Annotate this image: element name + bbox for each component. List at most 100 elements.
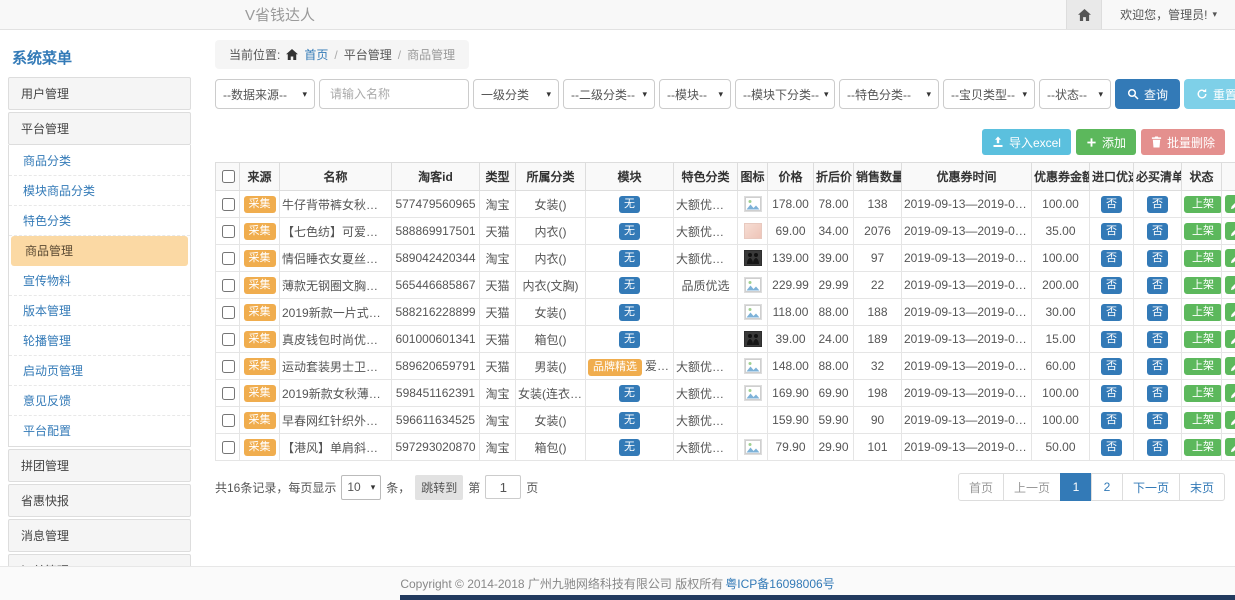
sidebar-section-header[interactable]: 省惠快报 bbox=[8, 484, 191, 517]
status-toggle[interactable]: 上架 bbox=[1184, 358, 1222, 375]
source-filter-select[interactable]: --数据来源--▾ bbox=[215, 79, 315, 109]
sidebar-section-header[interactable]: 消息管理 bbox=[8, 519, 191, 552]
home-button[interactable] bbox=[1066, 0, 1102, 29]
sidebar-section-header[interactable]: 用户管理 bbox=[8, 77, 191, 110]
icp-link[interactable]: 粤ICP备16098006号 bbox=[725, 575, 834, 592]
sidebar-item[interactable]: 特色分类 bbox=[9, 206, 190, 236]
must-buy-toggle[interactable]: 否 bbox=[1147, 412, 1168, 429]
status-select[interactable]: --状态--▾ bbox=[1039, 79, 1111, 109]
name-search-input[interactable] bbox=[319, 79, 469, 109]
status-toggle[interactable]: 上架 bbox=[1184, 385, 1222, 402]
edit-button[interactable] bbox=[1225, 384, 1235, 402]
edit-button[interactable] bbox=[1225, 222, 1235, 240]
breadcrumb-home-link[interactable]: 首页 bbox=[304, 46, 328, 63]
page-button[interactable]: 1 bbox=[1060, 473, 1092, 501]
sidebar-item[interactable]: 宣传物料 bbox=[9, 266, 190, 296]
status-toggle[interactable]: 上架 bbox=[1184, 277, 1222, 294]
feature-category-select[interactable]: --特色分类--▾ bbox=[839, 79, 939, 109]
imported-toggle[interactable]: 否 bbox=[1101, 358, 1122, 375]
edit-button[interactable] bbox=[1225, 195, 1235, 213]
edit-button[interactable] bbox=[1225, 411, 1235, 429]
module-badge[interactable]: 品牌精选 bbox=[588, 359, 642, 376]
page-button[interactable]: 末页 bbox=[1179, 473, 1225, 501]
sidebar-item[interactable]: 模块商品分类 bbox=[9, 176, 190, 206]
imported-toggle[interactable]: 否 bbox=[1101, 277, 1122, 294]
search-button[interactable]: 查询 bbox=[1115, 79, 1180, 109]
row-checkbox[interactable] bbox=[222, 279, 235, 292]
imported-toggle[interactable]: 否 bbox=[1101, 304, 1122, 321]
module-select[interactable]: --模块--▾ bbox=[659, 79, 731, 109]
page-button[interactable]: 下一页 bbox=[1122, 473, 1180, 501]
status-toggle[interactable]: 上架 bbox=[1184, 250, 1222, 267]
sidebar-item[interactable]: 轮播管理 bbox=[9, 326, 190, 356]
imported-toggle[interactable]: 否 bbox=[1101, 385, 1122, 402]
module-badge[interactable]: 无 bbox=[619, 304, 640, 321]
sidebar-section-header[interactable]: 拼团管理 bbox=[8, 449, 191, 482]
reset-button[interactable]: 重置 bbox=[1184, 79, 1235, 109]
module-badge[interactable]: 无 bbox=[619, 412, 640, 429]
sidebar-item[interactable]: 启动页管理 bbox=[9, 356, 190, 386]
imported-toggle[interactable]: 否 bbox=[1101, 196, 1122, 213]
edit-button[interactable] bbox=[1225, 249, 1235, 267]
status-toggle[interactable]: 上架 bbox=[1184, 223, 1222, 240]
must-buy-toggle[interactable]: 否 bbox=[1147, 250, 1168, 267]
module-badge[interactable]: 无 bbox=[619, 223, 640, 240]
import-excel-button[interactable]: 导入excel bbox=[982, 129, 1071, 155]
page-button[interactable]: 2 bbox=[1091, 473, 1123, 501]
imported-toggle[interactable]: 否 bbox=[1101, 331, 1122, 348]
edit-button[interactable] bbox=[1225, 438, 1235, 456]
must-buy-toggle[interactable]: 否 bbox=[1147, 358, 1168, 375]
imported-toggle[interactable]: 否 bbox=[1101, 412, 1122, 429]
module-sub-select[interactable]: --模块下分类--▾ bbox=[735, 79, 835, 109]
sidebar-item[interactable]: 版本管理 bbox=[9, 296, 190, 326]
edit-button[interactable] bbox=[1225, 276, 1235, 294]
edit-button[interactable] bbox=[1225, 303, 1235, 321]
row-checkbox[interactable] bbox=[222, 333, 235, 346]
status-toggle[interactable]: 上架 bbox=[1184, 304, 1222, 321]
status-toggle[interactable]: 上架 bbox=[1184, 439, 1222, 456]
sidebar-item[interactable]: 商品分类 bbox=[9, 146, 190, 176]
status-toggle[interactable]: 上架 bbox=[1184, 331, 1222, 348]
module-badge[interactable]: 无 bbox=[619, 331, 640, 348]
sidebar-section-header[interactable]: 平台管理 bbox=[8, 112, 191, 145]
user-menu[interactable]: 欢迎您，管理员! ▾ bbox=[1102, 6, 1235, 23]
jump-page-input[interactable] bbox=[485, 475, 521, 499]
row-checkbox[interactable] bbox=[222, 198, 235, 211]
imported-toggle[interactable]: 否 bbox=[1101, 223, 1122, 240]
must-buy-toggle[interactable]: 否 bbox=[1147, 439, 1168, 456]
row-checkbox[interactable] bbox=[222, 441, 235, 454]
imported-toggle[interactable]: 否 bbox=[1101, 250, 1122, 267]
jump-button[interactable]: 跳转到 bbox=[415, 475, 463, 500]
row-checkbox[interactable] bbox=[222, 225, 235, 238]
row-checkbox[interactable] bbox=[222, 306, 235, 319]
sidebar-item[interactable]: 意见反馈 bbox=[9, 386, 190, 416]
must-buy-toggle[interactable]: 否 bbox=[1147, 385, 1168, 402]
edit-button[interactable] bbox=[1225, 357, 1235, 375]
must-buy-toggle[interactable]: 否 bbox=[1147, 331, 1168, 348]
row-checkbox[interactable] bbox=[222, 360, 235, 373]
per-page-select[interactable]: 10▾ bbox=[341, 475, 381, 500]
category-level1-select[interactable]: 一级分类▾ bbox=[473, 79, 559, 109]
select-all-checkbox[interactable] bbox=[222, 170, 235, 183]
add-button[interactable]: 添加 bbox=[1076, 129, 1136, 155]
sidebar-section-header[interactable]: 订单管理 bbox=[8, 554, 191, 566]
module-badge[interactable]: 无 bbox=[619, 250, 640, 267]
sidebar-item[interactable]: 商品管理 bbox=[11, 236, 188, 266]
status-toggle[interactable]: 上架 bbox=[1184, 196, 1222, 213]
item-type-select[interactable]: --宝贝类型--▾ bbox=[943, 79, 1035, 109]
must-buy-toggle[interactable]: 否 bbox=[1147, 304, 1168, 321]
edit-button[interactable] bbox=[1225, 330, 1235, 348]
category-level2-select[interactable]: --二级分类--▾ bbox=[563, 79, 655, 109]
page-button[interactable]: 首页 bbox=[958, 473, 1004, 501]
must-buy-toggle[interactable]: 否 bbox=[1147, 277, 1168, 294]
batch-delete-button[interactable]: 批量删除 bbox=[1141, 129, 1225, 155]
must-buy-toggle[interactable]: 否 bbox=[1147, 223, 1168, 240]
imported-toggle[interactable]: 否 bbox=[1101, 439, 1122, 456]
status-toggle[interactable]: 上架 bbox=[1184, 412, 1222, 429]
module-badge[interactable]: 无 bbox=[619, 385, 640, 402]
sidebar-item[interactable]: 平台配置 bbox=[9, 416, 190, 445]
page-button[interactable]: 上一页 bbox=[1003, 473, 1061, 501]
row-checkbox[interactable] bbox=[222, 252, 235, 265]
module-badge[interactable]: 无 bbox=[619, 277, 640, 294]
row-checkbox[interactable] bbox=[222, 414, 235, 427]
